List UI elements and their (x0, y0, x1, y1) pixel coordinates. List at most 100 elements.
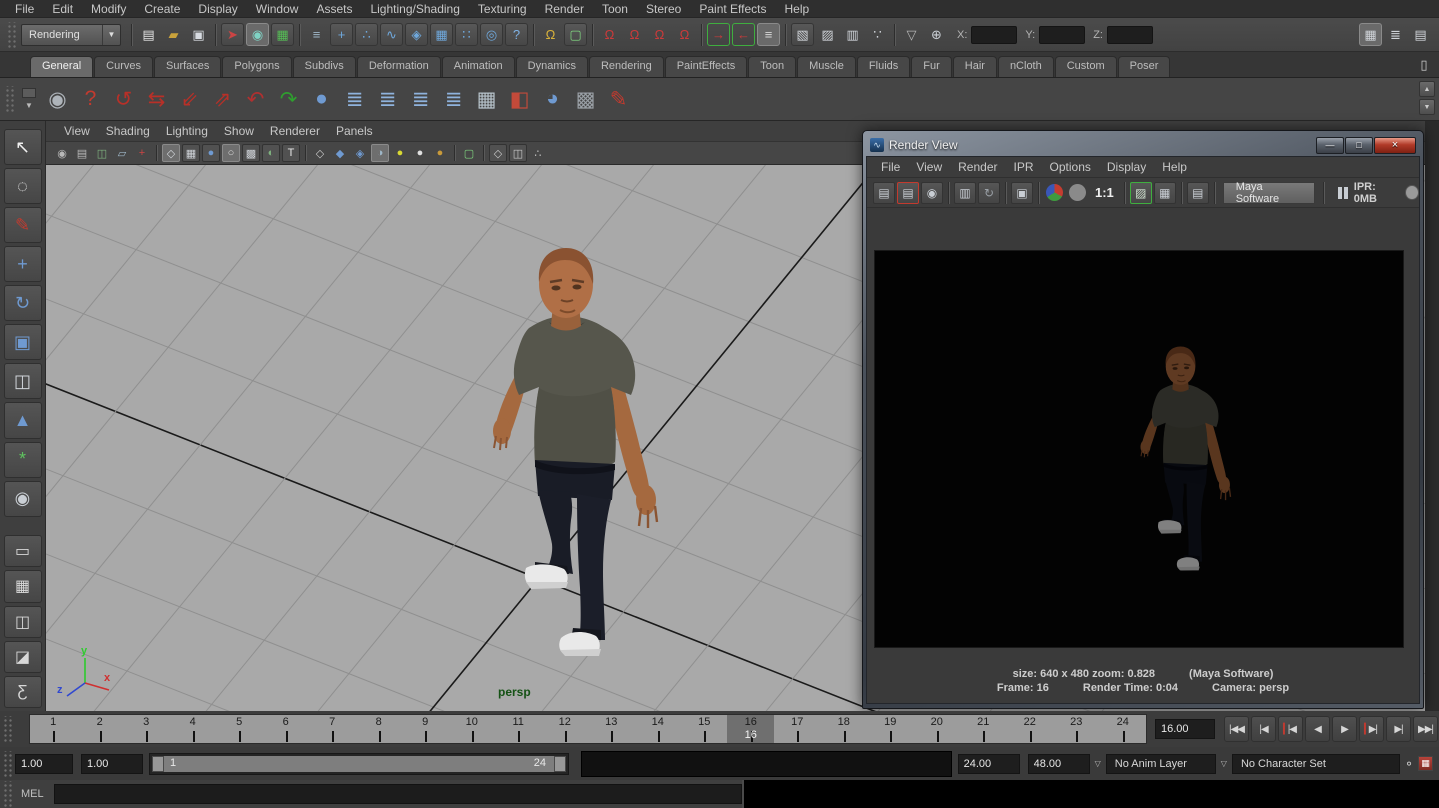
timeline-grip[interactable] (2, 716, 13, 742)
select-tool[interactable]: ↖ (4, 129, 42, 165)
wireframe-display-icon[interactable]: ◇ (162, 144, 180, 162)
attribute-editor-toggle-icon[interactable]: ▤ (1409, 23, 1432, 46)
timeline-frame-15[interactable]: 15 (681, 715, 728, 743)
cluster-icon-1[interactable]: ≣ (338, 81, 371, 117)
timeline-frame-13[interactable]: 13 (588, 715, 635, 743)
track-camera-icon[interactable]: ⇆ (140, 81, 173, 117)
texture-display-icon[interactable]: T (282, 144, 300, 162)
shelf-tab-fur[interactable]: Fur (911, 56, 952, 77)
wire-cube-icon[interactable]: ◇ (311, 144, 329, 162)
menu-texturing[interactable]: Texturing (469, 1, 536, 17)
snapshot-icon[interactable]: ◉ (921, 182, 943, 204)
tool-settings-toggle-icon[interactable]: ≣ (1384, 23, 1407, 46)
menu-display[interactable]: Display (189, 1, 246, 17)
menu-edit[interactable]: Edit (43, 1, 82, 17)
highlight-selection-icon[interactable]: ▢ (564, 23, 587, 46)
menu-create[interactable]: Create (135, 1, 189, 17)
panel-menu-shading[interactable]: Shading (98, 123, 158, 139)
render-frame-icon[interactable]: ▤ (873, 182, 895, 204)
z-coord-field[interactable] (1107, 26, 1153, 44)
sphere-display-icon[interactable]: ● (202, 144, 220, 162)
textured-cube-icon[interactable]: ◈ (351, 144, 369, 162)
chevron-down-icon[interactable]: ▽ (1095, 759, 1101, 768)
mask-misc-icon[interactable]: ? (505, 23, 528, 46)
timeline-frame-10[interactable]: 10 (448, 715, 495, 743)
timeline-frame-11[interactable]: 11 (495, 715, 542, 743)
mel-grip[interactable] (2, 781, 13, 807)
renderer-selector-button[interactable]: Maya Software (1223, 182, 1315, 204)
select-hierarchy-icon[interactable]: ➤ (221, 23, 244, 46)
range-grip[interactable] (2, 751, 13, 777)
character-set-selector[interactable]: No Character Set (1232, 754, 1400, 774)
zoom-one-to-one-label[interactable]: 1:1 (1095, 185, 1114, 200)
film-reel-icon[interactable]: ◉ (41, 81, 74, 117)
animation-preferences-icon[interactable]: ▦ (1418, 756, 1433, 771)
output-connections-icon[interactable]: ← (732, 23, 755, 46)
checker-sphere-icon[interactable]: ◑ (371, 144, 389, 162)
cluster-icon-4[interactable]: ≣ (437, 81, 470, 117)
render-view-menu-options[interactable]: Options (1042, 159, 1099, 175)
timeline-frame-5[interactable]: 5 (216, 715, 263, 743)
rgb-channels-icon[interactable] (1046, 184, 1063, 201)
bookmarks-icon[interactable]: ◫ (93, 144, 111, 162)
shelf-tab-surfaces[interactable]: Surfaces (154, 56, 221, 77)
save-scene-icon[interactable]: ▣ (187, 23, 210, 46)
paint-selection-tool[interactable]: ✎ (4, 207, 42, 243)
menu-lighting-shading[interactable]: Lighting/Shading (361, 1, 468, 17)
timeline-frame-23[interactable]: 23 (1053, 715, 1100, 743)
timeline-frame-8[interactable]: 8 (355, 715, 402, 743)
render-view-menu-view[interactable]: View (908, 159, 950, 175)
panel-menu-renderer[interactable]: Renderer (262, 123, 328, 139)
selection-mask-menu-icon[interactable]: ≡ (305, 23, 328, 46)
white-light-icon[interactable]: ● (411, 144, 429, 162)
panel-menu-show[interactable]: Show (216, 123, 262, 139)
four-pane-layout-button[interactable]: ▦ (4, 570, 42, 602)
timeline-frame-24[interactable]: 24 (1099, 715, 1146, 743)
yellow-light-icon[interactable]: ● (391, 144, 409, 162)
snap-point-magnet-icon[interactable]: Ω (648, 23, 671, 46)
construction-history-icon[interactable]: ≡ (757, 23, 780, 46)
single-pane-layout-button[interactable]: ▭ (4, 535, 42, 567)
shelf-tab-animation[interactable]: Animation (442, 56, 515, 77)
animation-start-field[interactable] (15, 754, 73, 774)
mask-deformers-icon[interactable]: ▦ (430, 23, 453, 46)
open-script-icon[interactable]: ▤ (1187, 182, 1209, 204)
dragon-hypergraph-button[interactable]: Ƹ (4, 676, 42, 708)
zoom-camera-icon[interactable]: ⇗ (206, 81, 239, 117)
playback-end-field[interactable] (958, 754, 1020, 774)
menu-assets[interactable]: Assets (307, 1, 361, 17)
shelf-scroll-up-icon[interactable]: ▲ (1419, 81, 1435, 97)
cluster-icon-3[interactable]: ≣ (404, 81, 437, 117)
input-connections-icon[interactable]: → (707, 23, 730, 46)
shelf-tab-rendering[interactable]: Rendering (589, 56, 664, 77)
shelf-tab-toon[interactable]: Toon (748, 56, 796, 77)
menu-render[interactable]: Render (536, 1, 593, 17)
anim-layer-selector[interactable]: No Anim Layer (1106, 754, 1216, 774)
channel-box-toggle-icon[interactable]: ▦ (1359, 23, 1382, 46)
panel-menu-lighting[interactable]: Lighting (158, 123, 216, 139)
step-forward-frame-button[interactable]: ▶| (1386, 716, 1411, 742)
help-line-icon[interactable]: ? (74, 81, 107, 117)
menu-paint-effects[interactable]: Paint Effects (690, 1, 775, 17)
range-end-handle[interactable] (554, 756, 566, 772)
select-component-icon[interactable]: ▦ (271, 23, 294, 46)
cube-group-icon[interactable]: ▩ (569, 81, 602, 117)
open-scene-icon[interactable]: ▰ (162, 23, 185, 46)
shelf-tab-poser[interactable]: Poser (1118, 56, 1171, 77)
graph-pane-layout-button[interactable]: ◪ (4, 641, 42, 673)
menu-set-selector[interactable]: Rendering ▼ (21, 24, 121, 46)
shelf-tab-hair[interactable]: Hair (953, 56, 997, 77)
shelf-tab-ncloth[interactable]: nCloth (998, 56, 1054, 77)
shelf-tab-deformation[interactable]: Deformation (357, 56, 441, 77)
rendered-image[interactable] (874, 250, 1404, 648)
cluster-icon-2[interactable]: ≣ (371, 81, 404, 117)
camera-select-icon[interactable]: ◉ (53, 144, 71, 162)
mask-surfaces-icon[interactable]: ◈ (405, 23, 428, 46)
timeline-frame-6[interactable]: 6 (262, 715, 309, 743)
go-to-end-button[interactable]: ▶▶| (1413, 716, 1438, 742)
range-start-handle[interactable] (152, 756, 164, 772)
share-nodes-icon[interactable]: ∴ (529, 144, 547, 162)
shaded-cube-icon[interactable]: ◆ (331, 144, 349, 162)
play-backwards-button[interactable]: ◀ (1305, 716, 1330, 742)
paint-brush-icon[interactable]: ✎ (602, 81, 635, 117)
